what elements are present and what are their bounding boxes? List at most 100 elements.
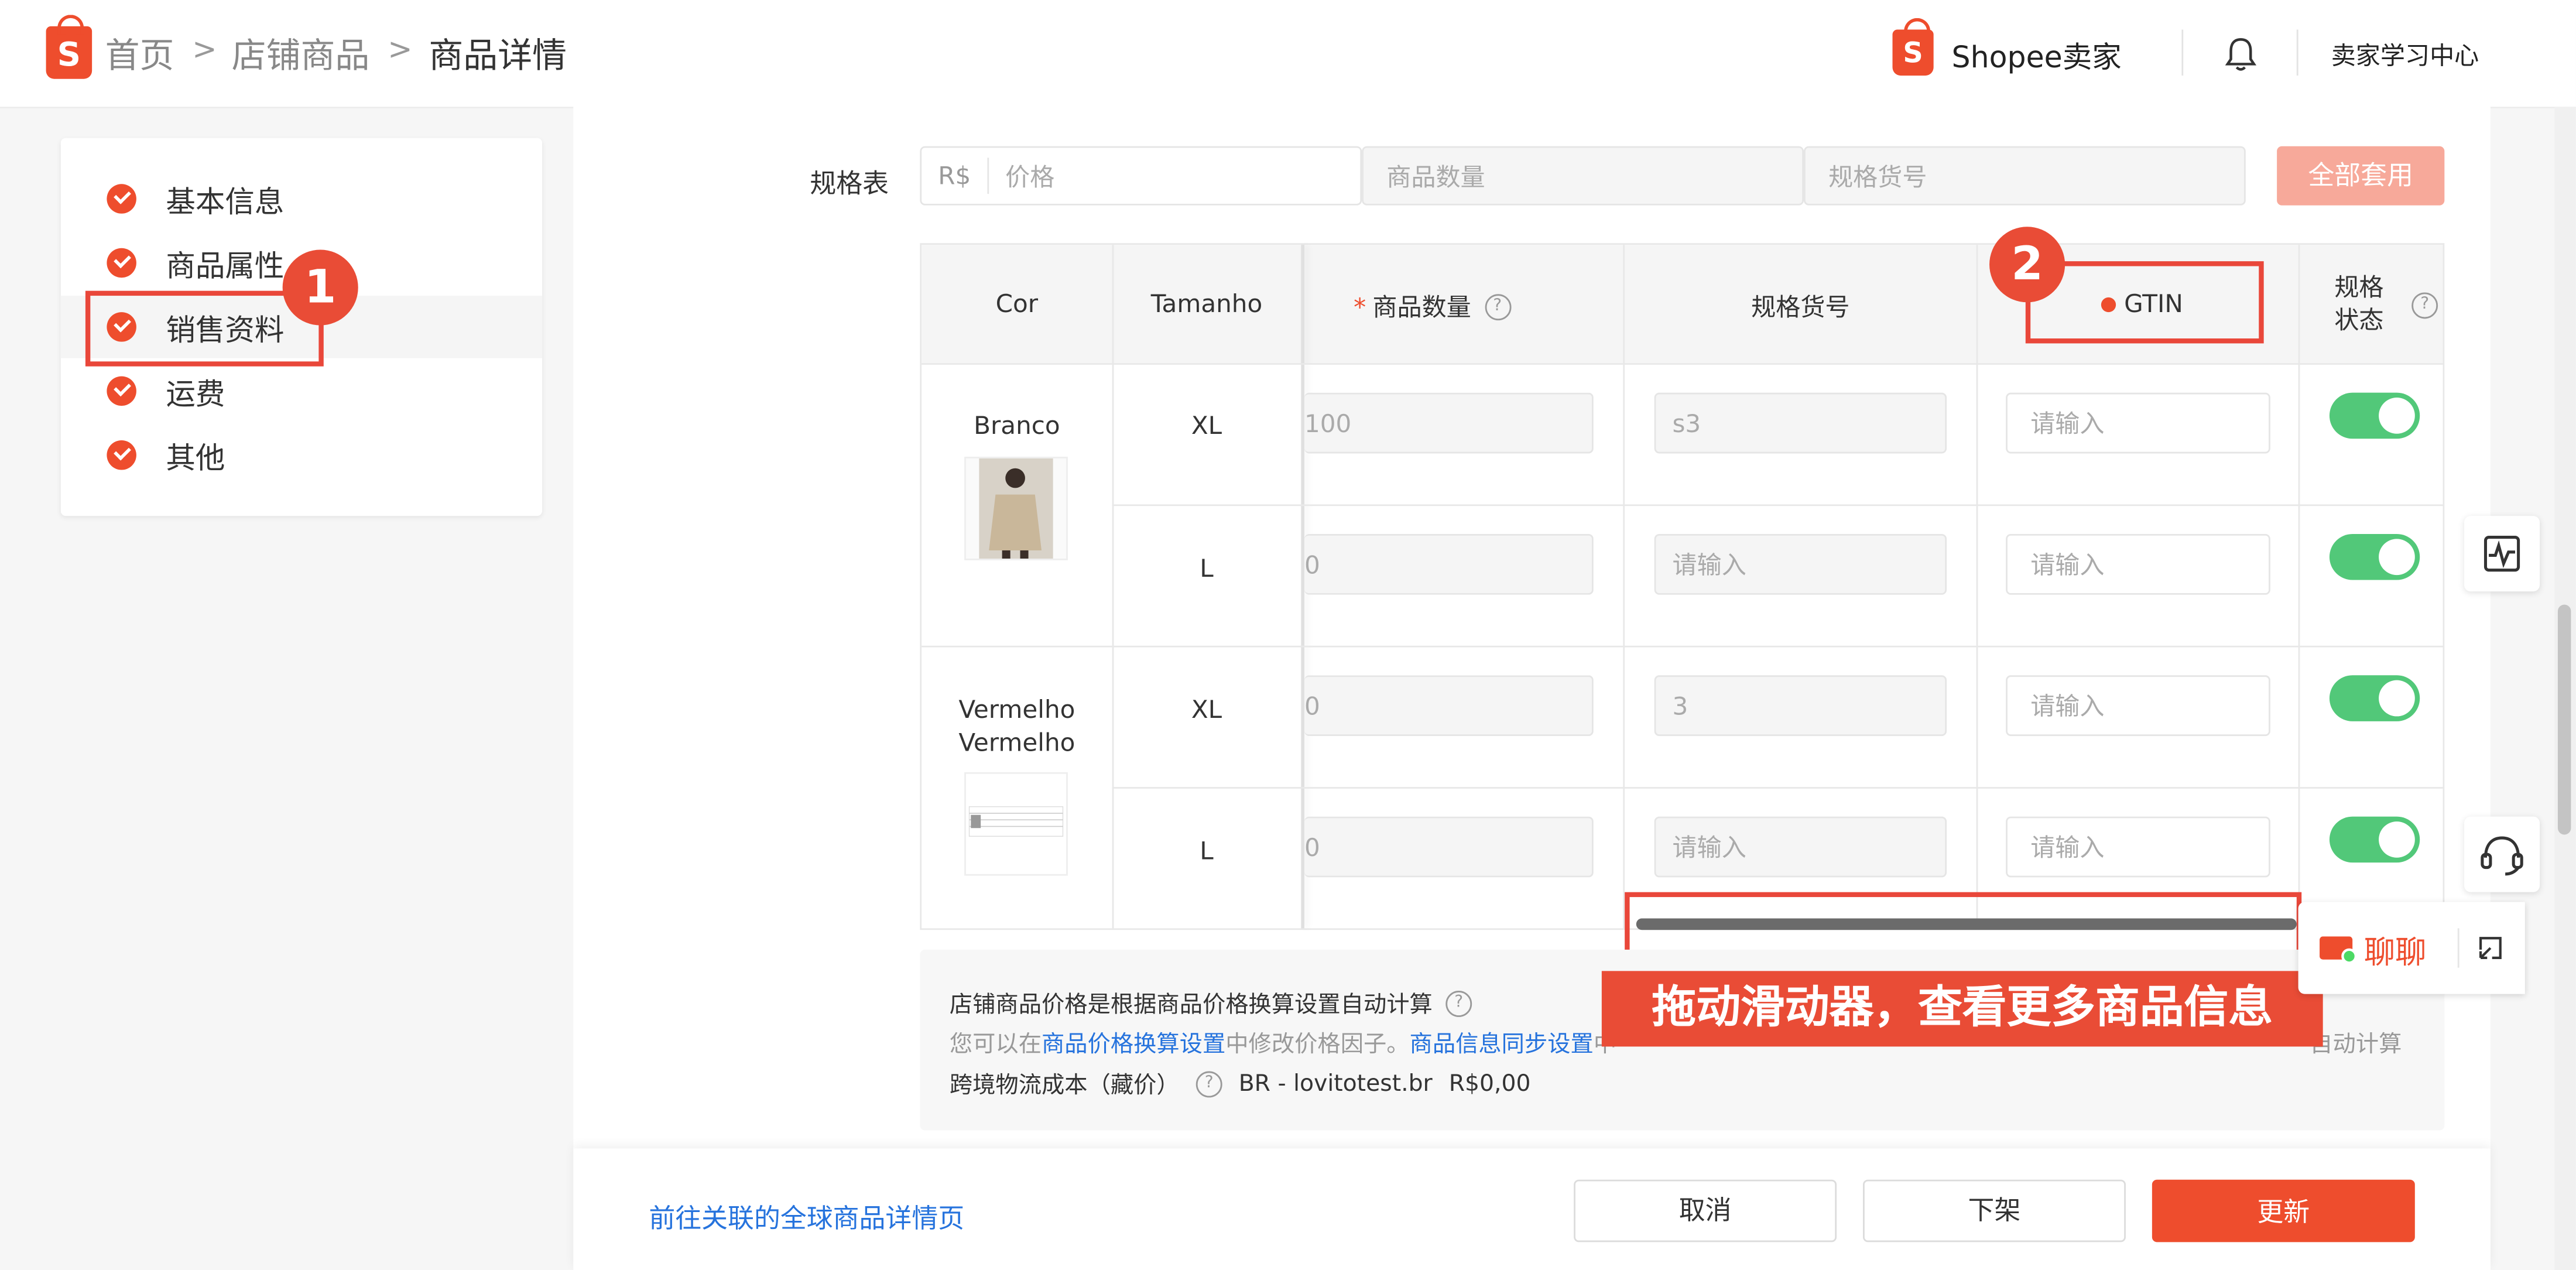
qty-input[interactable]: 0 [1304,675,1594,737]
gtin-input[interactable]: 请输入 [2006,816,2270,878]
nav-item-basic-info[interactable]: 基本信息 [61,167,542,230]
customer-service-float-button[interactable] [2464,816,2540,892]
breadcrumb-current: 商品详情 [429,36,567,76]
help-icon[interactable]: ? [1484,293,1511,320]
sku-value: 请输入 [1672,550,1746,580]
price-info-line2: 您可以在商品价格换算设置中修改价格因子。商品信息同步设置中 [950,1027,1616,1060]
nav-item-label: 基本信息 [166,186,285,221]
chat-label: 聊聊 [2363,934,2427,971]
check-circle-icon [107,184,136,214]
batch-sku-input[interactable]: 规格货号 [1803,146,2246,206]
unlist-button[interactable]: 下架 [1863,1179,2126,1242]
variation-status-toggle[interactable] [2329,533,2420,580]
table-divider [1112,787,2443,789]
variation-status-toggle[interactable] [2329,675,2420,721]
nav-item-label: 商品属性 [166,249,285,285]
store-name: BR - lovitotest.br [1238,1071,1433,1098]
nav-item-label: 运费 [166,378,225,413]
logistics-cost-value: R$0,00 [1448,1071,1531,1098]
status-header-line: 状态 [2334,305,2384,336]
gtin-input[interactable]: 请输入 [2006,675,2270,737]
price-conversion-settings-link[interactable]: 商品价格换算设置 [1042,1032,1225,1058]
breadcrumb-home[interactable]: 首页 [105,30,174,79]
annotation-badge-2: 2 [1989,227,2065,303]
variation-image[interactable] [964,772,1068,876]
bell-icon[interactable] [2224,36,2257,73]
variation-status-toggle[interactable] [2329,816,2420,863]
product-photo [979,458,1053,559]
variation-image[interactable] [964,457,1068,560]
spec-table-label: 规格表 [810,167,889,199]
table-horizontal-scrollbar[interactable] [1636,918,2297,930]
nav-item-shipping[interactable]: 运费 [61,360,542,423]
nav-item-others[interactable]: 其他 [61,424,542,487]
sync-settings-link[interactable]: 商品信息同步设置 [1410,1032,1594,1058]
top-header: S 首页 > 店铺商品 > 商品详情 S Shopee卖家 卖家学习中心 [0,0,2576,109]
global-product-link[interactable]: 前往关联的全球商品详情页 [649,1196,964,1235]
sku-input[interactable]: 请输入 [1654,533,1947,595]
info-text: 自动计算 [2310,1032,2402,1059]
sku-value: s3 [1672,408,1701,438]
table-divider [1976,245,1978,929]
logistics-cost-line: 跨境物流成本（藏价） ? BR - lovitotest.br R$0,00 [950,1068,1531,1101]
check-circle-icon [107,376,136,406]
pulse-chart-icon [2483,536,2520,572]
column-header-cor: Cor [995,289,1039,319]
seller-learning-center-link[interactable]: 卖家学习中心 [2331,38,2479,73]
header-divider [2296,29,2298,76]
size-value: L [1200,836,1214,866]
column-header-qty: * 商品数量 ? [1354,289,1511,324]
qty-value: 0 [1304,549,1320,580]
color-name: Vermelho [958,728,1075,758]
qty-value: 0 [1304,832,1320,862]
column-header-sku: 规格货号 [1751,292,1850,322]
collapse-chat-icon[interactable] [2476,933,2506,963]
gtin-placeholder: 请输入 [2030,692,2105,721]
sku-input[interactable]: 请输入 [1654,816,1947,878]
table-divider [922,645,2443,648]
shopee-logo-icon[interactable]: S [46,15,93,79]
gtin-placeholder: 请输入 [2030,409,2105,439]
gtin-input[interactable]: 请输入 [2006,533,2270,595]
qty-value: 100 [1304,408,1352,438]
qty-input[interactable]: 0 [1304,533,1594,595]
sku-placeholder: 规格货号 [1828,162,1927,191]
variation-status-toggle[interactable] [2329,392,2420,439]
breadcrumb-shop-products[interactable]: 店铺商品 [232,30,370,79]
qty-placeholder: 商品数量 [1386,162,1485,191]
table-divider [1623,245,1625,929]
help-icon[interactable]: ? [2411,292,2438,319]
gtin-input[interactable]: 请输入 [2006,392,2270,454]
sku-value: 3 [1672,690,1688,721]
help-icon[interactable]: ? [1445,991,1472,1017]
update-button[interactable]: 更新 [2152,1179,2415,1242]
check-circle-icon [107,440,136,470]
qty-input[interactable]: 100 [1304,392,1594,454]
info-text: 您可以在 [949,1032,1042,1059]
sku-input[interactable]: 3 [1654,675,1947,737]
nav-item-label: 其他 [166,441,225,477]
page-scrollbar-thumb[interactable] [2557,604,2571,835]
required-mark: * [1354,292,1366,321]
qty-value: 0 [1304,690,1320,721]
batch-price-input[interactable]: R$ 价格 [920,146,1362,206]
cancel-button[interactable]: 取消 [1574,1179,1837,1242]
batch-qty-input[interactable]: 商品数量 [1362,146,1804,206]
help-icon[interactable]: ? [1195,1071,1222,1098]
qty-input[interactable]: 0 [1304,816,1594,878]
headset-icon [2481,836,2523,876]
price-info-line1: 店铺商品价格是根据商品价格换算设置自动计算 ? [950,987,1472,1020]
chat-divider [2457,928,2459,968]
performance-float-button[interactable] [2464,516,2540,592]
chat-widget[interactable]: 聊聊 [2298,902,2525,994]
chat-bubble-icon [2320,936,2357,964]
size-value: XL [1191,694,1222,725]
sku-input[interactable]: s3 [1654,392,1947,454]
column-header-tamanho: Tamanho [1150,289,1263,319]
logistics-cost-label: 跨境物流成本（藏价） [949,1073,1180,1100]
annotation-tip-banner: 拖动滑动器，查看更多商品信息 [1601,971,2323,1047]
brand-name[interactable]: Shopee卖家 [1952,35,2122,77]
apply-all-button[interactable]: 全部套用 [2277,146,2445,206]
sku-value: 请输入 [1672,833,1746,863]
size-value: L [1200,553,1214,584]
